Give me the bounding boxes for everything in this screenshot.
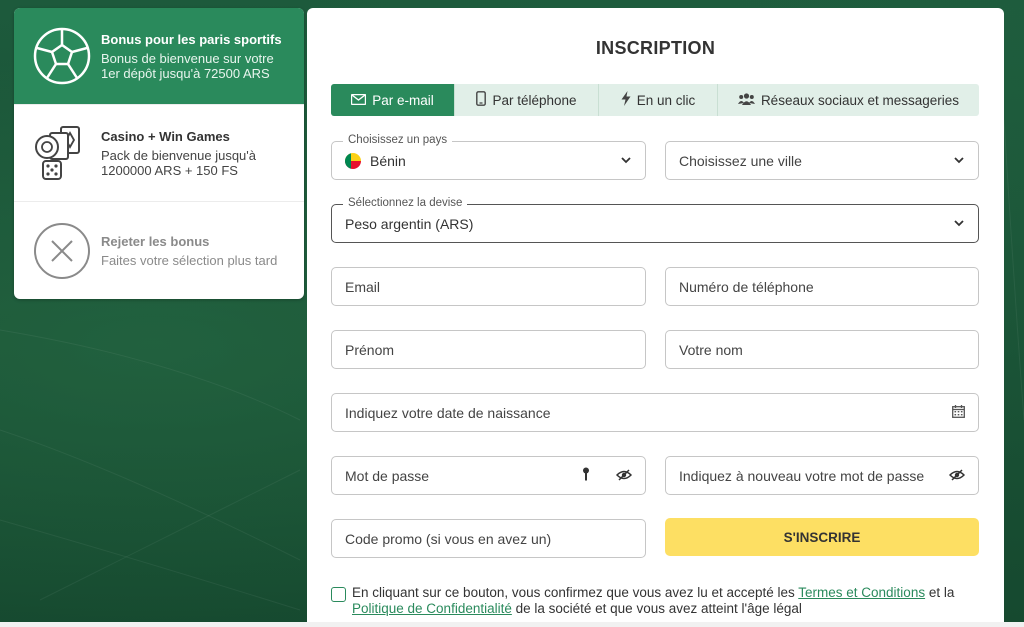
promo-code-input[interactable]: Code promo (si vous en avez un) xyxy=(331,519,646,558)
terms-consent: En cliquant sur ce bouton, vous confirme… xyxy=(331,585,981,616)
close-circle-icon xyxy=(32,221,92,281)
form-title: INSCRIPTION xyxy=(595,38,716,58)
tab-social-networks[interactable]: Réseaux sociaux et messageries xyxy=(718,84,979,116)
tab-label: Par téléphone xyxy=(492,92,577,108)
birthdate-input[interactable]: Indiquez votre date de naissance xyxy=(331,393,979,432)
phone-placeholder: Numéro de téléphone xyxy=(679,278,814,295)
email-placeholder: Email xyxy=(345,278,381,295)
bonus-option-sports[interactable]: Bonus pour les paris sportifs Bonus de b… xyxy=(14,8,304,105)
promo-code-placeholder: Code promo (si vous en avez un) xyxy=(345,530,552,547)
city-select[interactable]: Choisissez une ville xyxy=(665,141,979,180)
bonus-description: Faites votre sélection plus tard xyxy=(101,252,278,268)
last-name-input[interactable]: Votre nom xyxy=(665,330,979,369)
casino-cards-dice-icon xyxy=(32,123,92,183)
country-label: Choisissez un pays xyxy=(343,134,453,146)
bonus-description: Bonus de bienvenue sur votre 1er dépôt j… xyxy=(101,50,274,81)
bonus-option-casino[interactable]: Casino + Win Games Pack de bienvenue jus… xyxy=(14,105,304,202)
password-confirm-placeholder: Indiquez à nouveau votre mot de passe xyxy=(679,467,925,484)
chevron-down-icon xyxy=(620,153,632,169)
password-confirm-input[interactable]: Indiquez à nouveau votre mot de passe xyxy=(665,456,979,495)
password-placeholder: Mot de passe xyxy=(345,467,430,484)
register-button[interactable]: S'INSCRIRE xyxy=(665,518,979,556)
last-name-placeholder: Votre nom xyxy=(679,341,743,358)
chevron-down-icon xyxy=(953,216,965,232)
eye-slash-icon[interactable] xyxy=(615,468,633,484)
currency-select[interactable]: Sélectionnez la devise Peso argentin (AR… xyxy=(331,197,979,243)
calendar-icon[interactable] xyxy=(952,404,965,421)
country-select[interactable]: Choisissez un pays Bénin xyxy=(331,134,646,180)
tab-label: Réseaux sociaux et messageries xyxy=(760,92,960,108)
benin-flag-icon xyxy=(345,152,361,169)
phone-icon xyxy=(476,91,487,109)
key-icon[interactable] xyxy=(582,467,590,484)
privacy-link[interactable]: Politique de Confidentialité xyxy=(352,601,512,616)
tab-label: En un clic xyxy=(636,92,696,108)
bonus-title: Casino + Win Games xyxy=(101,128,230,144)
password-input[interactable]: Mot de passe xyxy=(331,456,646,495)
currency-label: Sélectionnez la devise xyxy=(343,197,468,209)
envelope-icon xyxy=(351,93,367,108)
phone-input[interactable]: Numéro de téléphone xyxy=(665,267,979,306)
bonus-title: Bonus pour les paris sportifs xyxy=(101,31,282,47)
first-name-placeholder: Prénom xyxy=(345,341,395,358)
terms-link[interactable]: Termes et Conditions xyxy=(798,585,925,600)
tab-email[interactable]: Par e-mail xyxy=(331,84,455,116)
lightning-icon xyxy=(621,91,631,109)
eye-slash-icon[interactable] xyxy=(948,468,966,484)
terms-text-after: de la société et que vous avez atteint l… xyxy=(511,600,802,616)
city-placeholder: Choisissez une ville xyxy=(679,152,802,169)
bottom-strip xyxy=(0,622,1024,627)
registration-tabs: Par e-mail Par téléphone En un clic Rése… xyxy=(331,84,979,116)
registration-form: INSCRIPTION Par e-mail Par téléphone En … xyxy=(307,8,1004,627)
users-icon xyxy=(737,92,755,108)
soccer-ball-icon xyxy=(32,26,92,86)
chevron-down-icon xyxy=(953,153,965,169)
bonus-panel: Bonus pour les paris sportifs Bonus de b… xyxy=(14,8,304,299)
tab-phone[interactable]: Par téléphone xyxy=(455,84,599,116)
terms-text-before: En cliquant sur ce bouton, vous confirme… xyxy=(352,585,799,600)
currency-value: Peso argentin (ARS) xyxy=(345,215,474,232)
birthdate-placeholder: Indiquez votre date de naissance xyxy=(345,404,551,421)
tab-one-click[interactable]: En un clic xyxy=(599,84,718,116)
tab-label: Par e-mail xyxy=(372,92,434,108)
email-input[interactable]: Email xyxy=(331,267,646,306)
terms-text: En cliquant sur ce bouton, vous confirme… xyxy=(352,585,981,616)
country-value: Bénin xyxy=(370,152,406,169)
terms-text-middle: et la xyxy=(925,585,955,600)
bonus-description: Pack de bienvenue jusqu'à 1200000 ARS + … xyxy=(101,147,256,178)
first-name-input[interactable]: Prénom xyxy=(331,330,646,369)
terms-checkbox[interactable] xyxy=(331,587,346,602)
bonus-title: Rejeter les bonus xyxy=(101,233,210,249)
bonus-option-reject[interactable]: Rejeter les bonus Faites votre sélection… xyxy=(14,202,304,299)
